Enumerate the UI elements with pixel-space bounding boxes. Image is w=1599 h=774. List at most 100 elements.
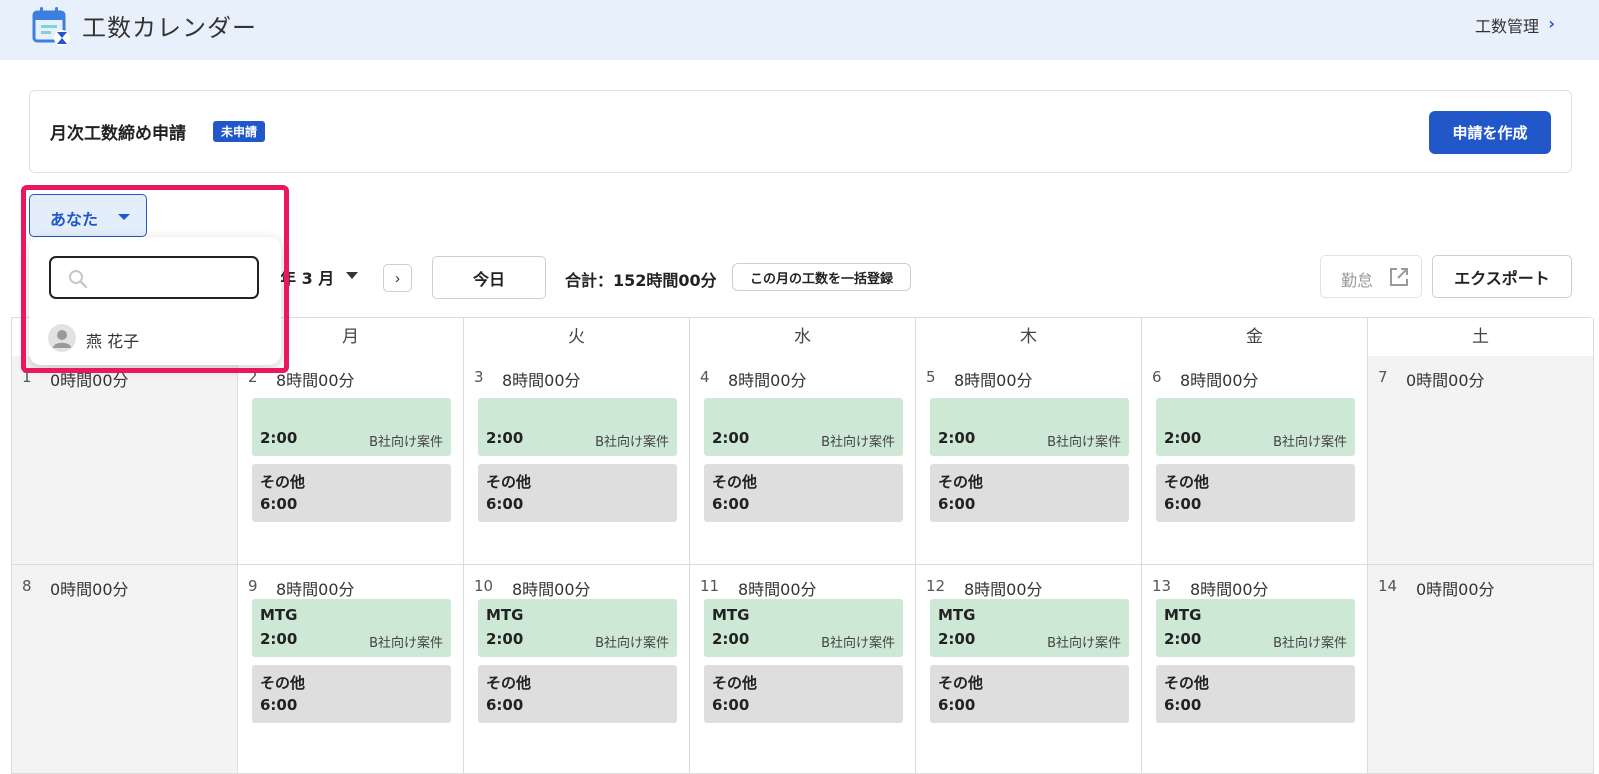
status-badge: 未申請 — [213, 121, 266, 142]
today-button[interactable]: 今日 — [432, 256, 546, 299]
day-number: 12 — [926, 577, 946, 595]
weekday-label: 土 — [1368, 318, 1594, 357]
entry-project: B社向け案件 — [369, 435, 443, 450]
next-month-button[interactable]: › — [383, 264, 412, 292]
calendar-day[interactable]: 14 0時間00分 — [1368, 565, 1594, 774]
entry-time: 2:00 — [938, 630, 976, 648]
page-title: 工数カレンダー — [82, 14, 257, 42]
entry-project: B社向け案件 — [1047, 636, 1121, 651]
day-total-hours: 8時間00分 — [1190, 580, 1269, 599]
entry-time: 2:00 — [712, 429, 750, 447]
calendar-day[interactable]: 10 8時間00分 MTG 2:00 B社向け案件 その他 6:00 — [464, 565, 690, 774]
entry-title: その他 — [1164, 674, 1210, 692]
entry-time: 6:00 — [938, 696, 976, 714]
entry-time: 6:00 — [1164, 495, 1202, 513]
other-entry[interactable]: その他 6:00 — [1156, 464, 1355, 522]
calendar-day[interactable]: 7 0時間00分 — [1368, 356, 1594, 565]
entry-title: その他 — [712, 473, 758, 491]
bulk-register-button[interactable]: この月の工数を一括登録 — [732, 263, 911, 291]
entry-time: 2:00 — [1164, 429, 1202, 447]
month-dropdown-caret-icon[interactable] — [346, 272, 358, 279]
day-total-hours: 0時間00分 — [1416, 580, 1495, 599]
other-entry[interactable]: その他 6:00 — [930, 665, 1129, 723]
project-entry[interactable]: 2:00 B社向け案件 — [930, 398, 1129, 456]
day-number: 2 — [248, 368, 258, 386]
attendance-button[interactable]: 勤怠 — [1320, 255, 1422, 298]
user-option-name: 燕 花子 — [86, 332, 140, 351]
calendar-day[interactable]: 2 8時間00分 2:00 B社向け案件 その他 6:00 — [238, 356, 464, 565]
entry-title: その他 — [260, 674, 306, 692]
entry-title: その他 — [486, 473, 532, 491]
project-entry[interactable]: MTG 2:00 B社向け案件 — [930, 599, 1129, 657]
day-total-hours: 0時間00分 — [50, 371, 129, 390]
entry-title: その他 — [1164, 473, 1210, 491]
other-entry[interactable]: その他 6:00 — [1156, 665, 1355, 723]
calendar-day[interactable]: 8 0時間00分 — [12, 565, 238, 774]
project-entry[interactable]: 2:00 B社向け案件 — [704, 398, 903, 456]
other-entry[interactable]: その他 6:00 — [478, 464, 677, 522]
day-number: 13 — [1152, 577, 1172, 595]
entry-project: B社向け案件 — [821, 435, 895, 450]
project-entry[interactable]: 2:00 B社向け案件 — [252, 398, 451, 456]
day-total-hours: 8時間00分 — [512, 580, 591, 599]
other-entry[interactable]: その他 6:00 — [478, 665, 677, 723]
entry-time: 2:00 — [260, 630, 298, 648]
export-button[interactable]: エクスポート — [1432, 255, 1572, 298]
user-option[interactable]: 燕 花子 — [48, 324, 262, 354]
day-total-hours: 8時間00分 — [276, 371, 355, 390]
user-filter-label: あなた — [50, 210, 99, 229]
other-entry[interactable]: その他 6:00 — [704, 665, 903, 723]
external-link-icon — [1390, 268, 1408, 286]
chevron-right-icon[interactable]: › — [1548, 14, 1555, 33]
other-entry[interactable]: その他 6:00 — [930, 464, 1129, 522]
entry-project: B社向け案件 — [1047, 435, 1121, 450]
calendar-week: 8 0時間00分 9 8時間00分 MTG 2:00 B社向け案件 その他 6:00 10 8時間0… — [11, 565, 1594, 774]
day-number: 5 — [926, 368, 936, 386]
day-number: 8 — [22, 577, 32, 595]
calendar-body: 1 0時間00分 2 8時間00分 2:00 B社向け案件 その他 6:00 3 8時間00分 2:… — [11, 356, 1594, 774]
day-number: 4 — [700, 368, 710, 386]
person-icon — [53, 330, 71, 348]
project-entry[interactable]: MTG 2:00 B社向け案件 — [704, 599, 903, 657]
other-entry[interactable]: その他 6:00 — [252, 665, 451, 723]
create-request-button[interactable]: 申請を作成 — [1429, 111, 1551, 154]
calendar-day[interactable]: 13 8時間00分 MTG 2:00 B社向け案件 その他 6:00 — [1142, 565, 1368, 774]
entry-project: B社向け案件 — [821, 636, 895, 651]
calendar-day[interactable]: 5 8時間00分 2:00 B社向け案件 その他 6:00 — [916, 356, 1142, 565]
project-entry[interactable]: MTG 2:00 B社向け案件 — [252, 599, 451, 657]
calendar-day[interactable]: 11 8時間00分 MTG 2:00 B社向け案件 その他 6:00 — [690, 565, 916, 774]
total-hours: 合計：152時間00分 — [565, 271, 717, 290]
calendar-hourglass-icon — [32, 7, 70, 46]
manage-link[interactable]: 工数管理 — [1475, 13, 1539, 37]
caret-down-icon — [118, 214, 130, 220]
user-search-input[interactable] — [95, 266, 250, 290]
other-entry[interactable]: その他 6:00 — [704, 464, 903, 522]
entry-time: 6:00 — [712, 696, 750, 714]
calendar-day[interactable]: 6 8時間00分 2:00 B社向け案件 その他 6:00 — [1142, 356, 1368, 565]
entry-title: その他 — [938, 674, 984, 692]
other-entry[interactable]: その他 6:00 — [252, 464, 451, 522]
project-entry[interactable]: MTG 2:00 B社向け案件 — [478, 599, 677, 657]
day-number: 14 — [1378, 577, 1398, 595]
day-number: 6 — [1152, 368, 1162, 386]
project-entry[interactable]: MTG 2:00 B社向け案件 — [1156, 599, 1355, 657]
entry-project: B社向け案件 — [1273, 636, 1347, 651]
entry-project: B社向け案件 — [595, 636, 669, 651]
calendar-day[interactable]: 12 8時間00分 MTG 2:00 B社向け案件 その他 6:00 — [916, 565, 1142, 774]
entry-time: 6:00 — [486, 495, 524, 513]
day-total-hours: 8時間00分 — [728, 371, 807, 390]
project-entry[interactable]: 2:00 B社向け案件 — [478, 398, 677, 456]
user-search-field[interactable] — [49, 256, 259, 299]
entry-time: 6:00 — [260, 495, 298, 513]
calendar-day[interactable]: 4 8時間00分 2:00 B社向け案件その他 6:00 — [690, 356, 916, 565]
user-filter-button[interactable]: あなた — [29, 194, 147, 237]
day-total-hours: 8時間00分 — [738, 580, 817, 599]
project-entry[interactable]: 2:00 B社向け案件 — [1156, 398, 1355, 456]
entry-title: その他 — [712, 674, 758, 692]
calendar-day[interactable]: 1 0時間00分 — [12, 356, 238, 565]
day-total-hours: 8時間00分 — [964, 580, 1043, 599]
calendar-day[interactable]: 9 8時間00分 MTG 2:00 B社向け案件 その他 6:00 — [238, 565, 464, 774]
calendar-day[interactable]: 3 8時間00分 2:00 B社向け案件 その他 6:00 — [464, 356, 690, 565]
day-number: 10 — [474, 577, 494, 595]
app-header: 工数カレンダー 工数管理 › — [0, 0, 1599, 60]
